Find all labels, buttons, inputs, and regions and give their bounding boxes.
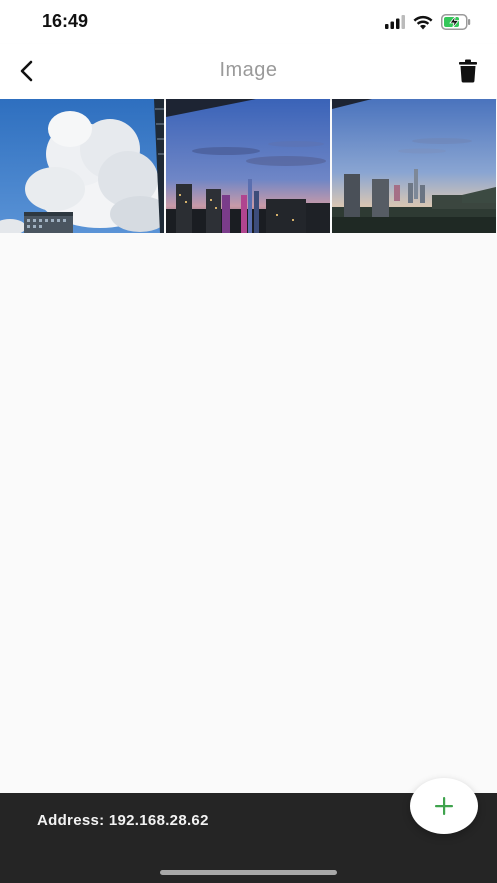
wifi-icon	[413, 15, 433, 29]
image-thumbnail-2[interactable]	[166, 99, 330, 233]
nav-bar: Image	[0, 44, 497, 100]
image-thumbnail-1[interactable]	[0, 99, 164, 233]
add-image-button[interactable]	[410, 778, 478, 834]
trash-icon	[459, 59, 477, 83]
cloud-sky-photo	[0, 99, 164, 233]
home-indicator	[160, 870, 337, 875]
delete-button[interactable]	[457, 59, 479, 83]
city-skyline-photo	[332, 99, 496, 233]
plus-icon	[435, 797, 453, 815]
page-title: Image	[219, 59, 278, 81]
image-grid	[0, 99, 497, 234]
server-address: Address: 192.168.28.62	[37, 812, 209, 829]
status-icons	[385, 13, 471, 31]
battery-charging-icon	[441, 14, 471, 30]
image-thumbnail-3[interactable]	[332, 99, 496, 233]
status-bar: 16:49	[0, 0, 497, 44]
city-dusk-photo	[166, 99, 330, 233]
status-time: 16:49	[42, 11, 89, 31]
signal-icon	[385, 15, 405, 29]
